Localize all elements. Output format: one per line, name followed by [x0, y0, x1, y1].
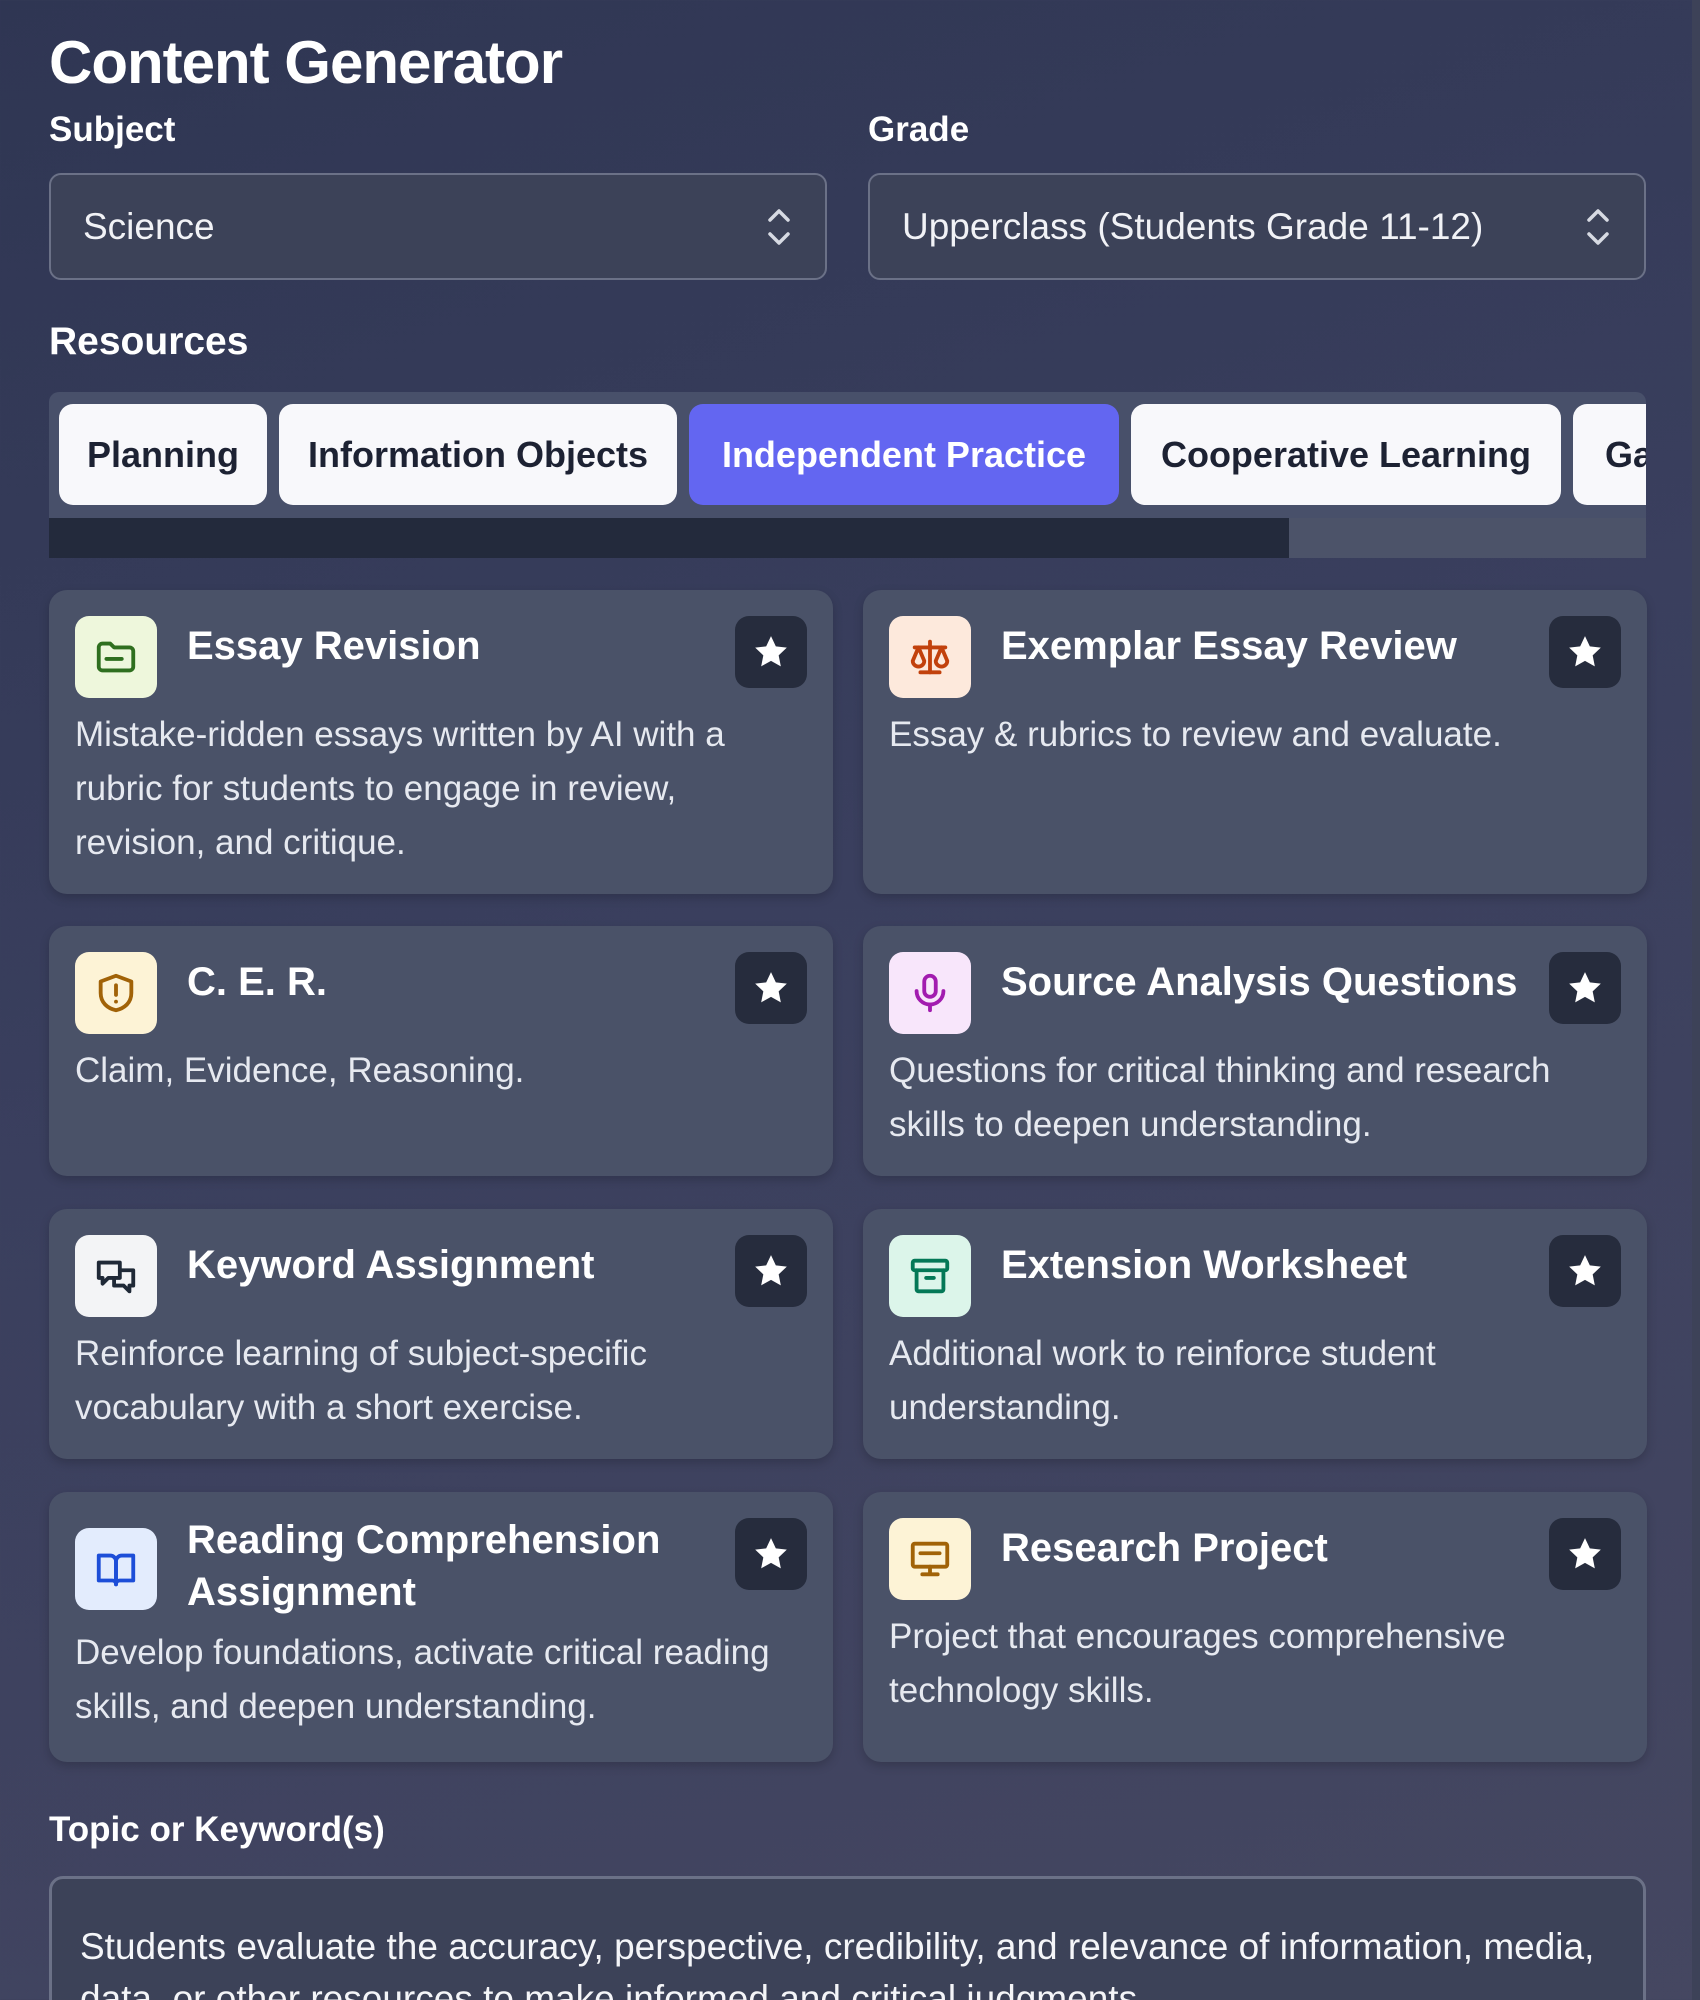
grade-select[interactable]: Upperclass (Students Grade 11-12) — [868, 173, 1646, 280]
card-icon-badge — [75, 1235, 157, 1317]
card-research-project[interactable]: Research Project Project that encourages… — [863, 1492, 1647, 1762]
open-book-icon — [96, 1553, 136, 1587]
favorite-button[interactable] — [735, 1518, 807, 1590]
card-title: Essay Revision — [187, 624, 481, 668]
tab-information-objects[interactable]: Information Objects — [279, 404, 677, 505]
card-keyword-assignment[interactable]: Keyword Assignment Reinforce learning of… — [49, 1209, 833, 1459]
card-icon-badge — [75, 1528, 157, 1610]
subject-select-value: Science — [83, 205, 215, 247]
favorite-button[interactable] — [1549, 616, 1621, 688]
card-icon-badge — [889, 1518, 971, 1600]
tab-cooperative-learning[interactable]: Cooperative Learning — [1131, 404, 1561, 505]
star-icon — [1569, 972, 1601, 1003]
card-icon-badge — [889, 952, 971, 1034]
presentation-icon — [910, 1541, 950, 1577]
card-title: Exemplar Essay Review — [1001, 624, 1457, 668]
tab-planning[interactable]: Planning — [59, 404, 267, 505]
scale-icon — [910, 639, 950, 675]
card-description: Project that encourages comprehensive te… — [889, 1617, 1506, 1710]
chevron-up-down-icon — [1587, 208, 1609, 245]
grade-label: Grade — [868, 110, 970, 149]
card-description: Claim, Evidence, Reasoning. — [75, 1051, 525, 1090]
card-title: Research Project — [1001, 1526, 1328, 1570]
star-icon — [1569, 636, 1601, 667]
archive-icon — [910, 1258, 950, 1294]
shield-alert-icon — [98, 973, 134, 1013]
favorite-button[interactable] — [735, 616, 807, 688]
tabs-scrollbar-thumb[interactable] — [49, 518, 1289, 558]
star-icon — [755, 1538, 787, 1569]
card-cer[interactable]: C. E. R. Claim, Evidence, Reasoning. — [49, 926, 833, 1176]
star-icon — [755, 636, 787, 667]
card-title: Extension Worksheet — [1001, 1243, 1408, 1287]
chat-bubbles-icon — [96, 1260, 136, 1294]
card-title: Reading Comprehension Assignment — [187, 1518, 661, 1614]
star-icon — [755, 972, 787, 1003]
card-description: Questions for critical thinking and rese… — [889, 1051, 1551, 1144]
subject-select[interactable]: Science — [49, 173, 827, 280]
card-extension-worksheet[interactable]: Extension Worksheet Additional work to r… — [863, 1209, 1647, 1459]
card-description: Additional work to reinforce student und… — [889, 1334, 1436, 1427]
favorite-button[interactable] — [1549, 1518, 1621, 1590]
card-icon-badge — [889, 616, 971, 698]
card-description: Reinforce learning of subject-specific v… — [75, 1334, 647, 1427]
microphone-icon — [914, 973, 946, 1013]
resources-title: Resources — [49, 320, 249, 363]
card-title: Source Analysis Questions — [1001, 960, 1518, 1004]
star-icon — [755, 1255, 787, 1286]
star-icon — [1569, 1538, 1601, 1569]
page-title: Content Generator — [49, 29, 563, 96]
subject-label: Subject — [49, 110, 176, 149]
favorite-button[interactable] — [735, 952, 807, 1024]
topic-label: Topic or Keyword(s) — [49, 1810, 385, 1849]
card-source-analysis-questions[interactable]: Source Analysis Questions Questions for … — [863, 926, 1647, 1176]
card-title: C. E. R. — [187, 960, 328, 1004]
card-exemplar-essay-review[interactable]: Exemplar Essay Review Essay & rubrics to… — [863, 590, 1647, 894]
favorite-button[interactable] — [1549, 1235, 1621, 1307]
tab-partial[interactable]: Ga — [1573, 404, 1646, 505]
card-icon-badge — [75, 616, 157, 698]
card-title: Keyword Assignment — [187, 1243, 595, 1287]
chevron-up-down-icon — [768, 208, 790, 245]
card-description: Essay & rubrics to review and evaluate. — [889, 715, 1502, 754]
tab-independent-practice[interactable]: Independent Practice — [689, 404, 1119, 505]
favorite-button[interactable] — [735, 1235, 807, 1307]
grade-select-value: Upperclass (Students Grade 11-12) — [902, 205, 1484, 247]
star-icon — [1569, 1255, 1601, 1286]
folder-icon — [96, 641, 136, 673]
favorite-button[interactable] — [1549, 952, 1621, 1024]
card-essay-revision[interactable]: Essay Revision Mistake-ridden essays wri… — [49, 590, 833, 894]
topic-textarea[interactable]: Students evaluate the accuracy, perspect… — [49, 1876, 1646, 2000]
resource-tabs: Planning Information Objects Independent… — [49, 392, 1646, 518]
card-description: Mistake-ridden essays written by AI with… — [75, 715, 725, 862]
card-icon-badge — [75, 952, 157, 1034]
card-reading-comprehension-assignment[interactable]: Reading Comprehension Assignment Develop… — [49, 1492, 833, 1762]
page-scrollbar[interactable] — [1692, 0, 1700, 2000]
card-description: Develop foundations, activate critical r… — [75, 1633, 770, 1726]
card-icon-badge — [889, 1235, 971, 1317]
